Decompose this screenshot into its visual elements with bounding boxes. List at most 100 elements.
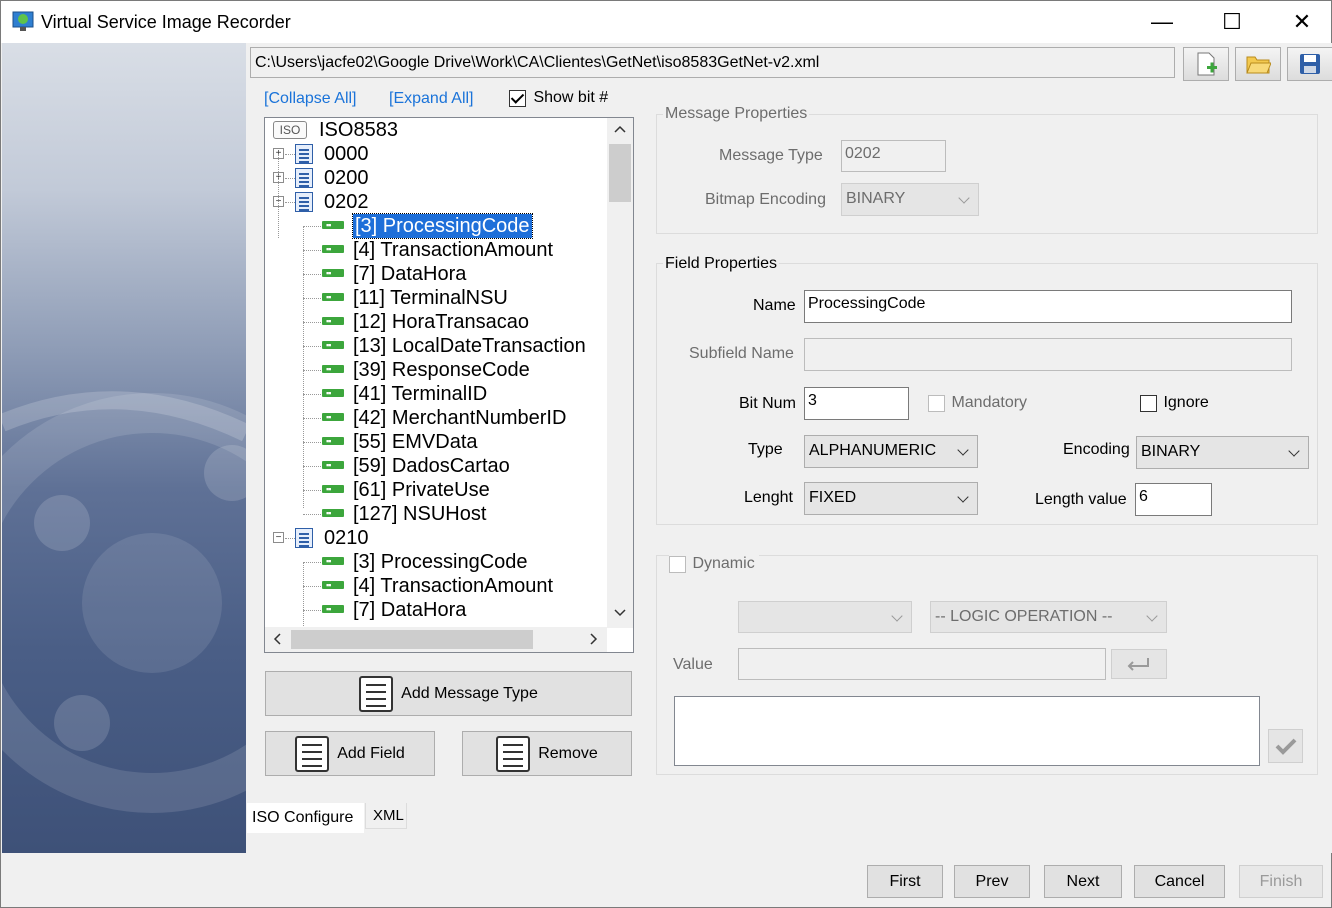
tree-horizontal-scrollbar[interactable] — [265, 627, 607, 652]
tree-field-node[interactable]: [42] MerchantNumberID — [265, 405, 607, 430]
tab-xml[interactable]: XML — [365, 803, 407, 829]
bitmap-encoding-select[interactable]: BINARY — [841, 183, 979, 216]
first-button[interactable]: First — [867, 865, 943, 898]
chevron-down-icon — [891, 610, 903, 622]
tree-node-label: [55] EMVData — [353, 431, 478, 453]
next-button[interactable]: Next — [1044, 865, 1122, 898]
ignore-check[interactable] — [1140, 394, 1157, 412]
mandatory-label: Mandatory — [951, 394, 1028, 411]
field-icon — [322, 309, 344, 333]
mandatory-check[interactable] — [928, 394, 945, 412]
encoding-label: Encoding — [1063, 441, 1130, 458]
field-icon — [322, 501, 344, 525]
ignore-checkbox[interactable]: Ignore — [1140, 394, 1209, 412]
tree-field-node[interactable]: [39] ResponseCode — [265, 357, 607, 382]
new-file-button[interactable] — [1183, 47, 1229, 81]
tree-field-node[interactable]: [13] LocalDateTransaction — [265, 333, 607, 358]
dynamic-checkbox[interactable]: Dynamic — [669, 555, 759, 574]
add-field-button[interactable]: Add Field — [265, 731, 435, 776]
tree-connector — [303, 394, 321, 395]
tree-node-label: [11] TerminalNSU — [353, 287, 508, 309]
collapse-all-link[interactable]: [Collapse All] — [264, 90, 357, 108]
tree-root[interactable]: ISO ISO8583 — [265, 118, 605, 142]
finish-button[interactable]: Finish — [1239, 865, 1323, 898]
tree-field-node[interactable]: [127] NSUHost — [265, 501, 607, 526]
encoding-select[interactable]: BINARY — [1136, 436, 1309, 469]
show-bit-check[interactable] — [509, 89, 526, 107]
subfield-name-label: Subfield Name — [689, 345, 794, 362]
main-window: Virtual Service Image Recorder — ☐ ✕ C:\… — [0, 0, 1332, 908]
tree-message-node[interactable]: −0202 — [265, 190, 607, 214]
minimize-button[interactable]: — — [1127, 1, 1197, 43]
show-bit-checkbox[interactable]: Show bit # — [509, 89, 608, 107]
dynamic-field-select[interactable] — [738, 601, 912, 633]
tree-field-node[interactable]: [59] DadosCartao — [265, 453, 607, 478]
message-type-field[interactable]: 0202 — [841, 140, 946, 172]
app-icon — [12, 11, 34, 31]
dynamic-check[interactable] — [669, 555, 686, 573]
tree-message-node[interactable]: +0000 — [265, 142, 607, 166]
add-field-icon — [295, 735, 330, 772]
close-button[interactable]: ✕ — [1267, 1, 1332, 43]
enter-value-button[interactable] — [1111, 649, 1167, 679]
tree-field-node[interactable]: [7] DataHora — [265, 597, 607, 622]
mandatory-checkbox[interactable]: Mandatory — [928, 394, 1027, 412]
tree-field-node[interactable]: [7] DataHora — [265, 261, 607, 286]
first-label: First — [889, 872, 921, 890]
tree-node-label: [127] NSUHost — [353, 503, 487, 525]
tree-node-label: [13] LocalDateTransaction — [353, 335, 586, 357]
tree-field-node[interactable]: [12] HoraTransacao — [265, 309, 607, 334]
tree-field-node[interactable]: [3] ProcessingCode — [265, 549, 607, 574]
tree-connector — [303, 226, 304, 508]
tree-connector — [303, 226, 321, 227]
ignore-label: Ignore — [1163, 394, 1209, 411]
tree-node-label: [12] HoraTransacao — [353, 311, 530, 333]
tree-connector — [303, 418, 321, 419]
remove-button[interactable]: Remove — [462, 731, 632, 776]
value-field[interactable] — [738, 648, 1106, 680]
logic-operation-value: -- LOGIC OPERATION -- — [935, 608, 1113, 625]
add-message-type-button[interactable]: Add Message Type — [265, 671, 632, 716]
open-folder-button[interactable] — [1235, 47, 1281, 81]
field-icon — [322, 381, 344, 405]
length-value-field[interactable]: 6 — [1135, 483, 1212, 516]
bit-num-field[interactable]: 3 — [804, 387, 909, 420]
message-tree[interactable]: ISO ISO8583 +0000+0200−0202[3] Processin… — [264, 117, 634, 653]
tab-iso-configure[interactable]: ISO Configure — [247, 803, 364, 833]
logic-operation-select[interactable]: -- LOGIC OPERATION -- — [930, 601, 1167, 633]
length-value-label: Length value — [1035, 491, 1127, 508]
close-icon: ✕ — [1292, 9, 1312, 34]
tree-vertical-scrollbar[interactable] — [607, 118, 633, 628]
tree-field-node[interactable]: [4] TransactionAmount — [265, 573, 607, 598]
prev-button[interactable]: Prev — [954, 865, 1030, 898]
tree-field-node[interactable]: [4] TransactionAmount — [265, 237, 607, 262]
file-path-field[interactable]: C:\Users\jacfe02\Google Drive\Work\CA\Cl… — [250, 47, 1175, 78]
tree-node-label: 0200 — [324, 167, 369, 189]
tree-node-label: 0000 — [324, 143, 369, 165]
length-select[interactable]: FIXED — [804, 482, 978, 515]
tree-field-node[interactable]: [3] ProcessingCode — [265, 213, 607, 239]
tree-connector — [285, 202, 295, 203]
tree-field-node[interactable]: [11] TerminalNSU — [265, 285, 607, 310]
tree-field-node[interactable]: [55] EMVData — [265, 429, 607, 454]
tree-node-label: [42] MerchantNumberID — [353, 407, 567, 429]
tree-connector — [303, 322, 321, 323]
window-title: Virtual Service Image Recorder — [41, 12, 291, 32]
expression-textarea[interactable] — [674, 696, 1260, 766]
message-properties-group — [656, 114, 1318, 234]
tree-field-node[interactable]: [61] PrivateUse — [265, 477, 607, 502]
tree-field-node[interactable]: [41] TerminalID — [265, 381, 607, 406]
expand-all-link[interactable]: [Expand All] — [389, 90, 474, 108]
subfield-name-field[interactable] — [804, 338, 1292, 371]
save-button[interactable] — [1287, 47, 1332, 81]
tree-message-node[interactable]: − 0210 — [265, 526, 607, 550]
type-select[interactable]: ALPHANUMERIC — [804, 435, 978, 468]
collapse-icon[interactable]: − — [273, 532, 284, 543]
cancel-button[interactable]: Cancel — [1134, 865, 1225, 898]
maximize-button[interactable]: ☐ — [1197, 1, 1267, 43]
name-field[interactable]: ProcessingCode — [804, 290, 1292, 323]
tree-message-node[interactable]: +0200 — [265, 166, 607, 190]
tree-connector — [285, 538, 295, 539]
apply-button[interactable] — [1268, 729, 1303, 763]
bit-num-label: Bit Num — [739, 395, 796, 412]
